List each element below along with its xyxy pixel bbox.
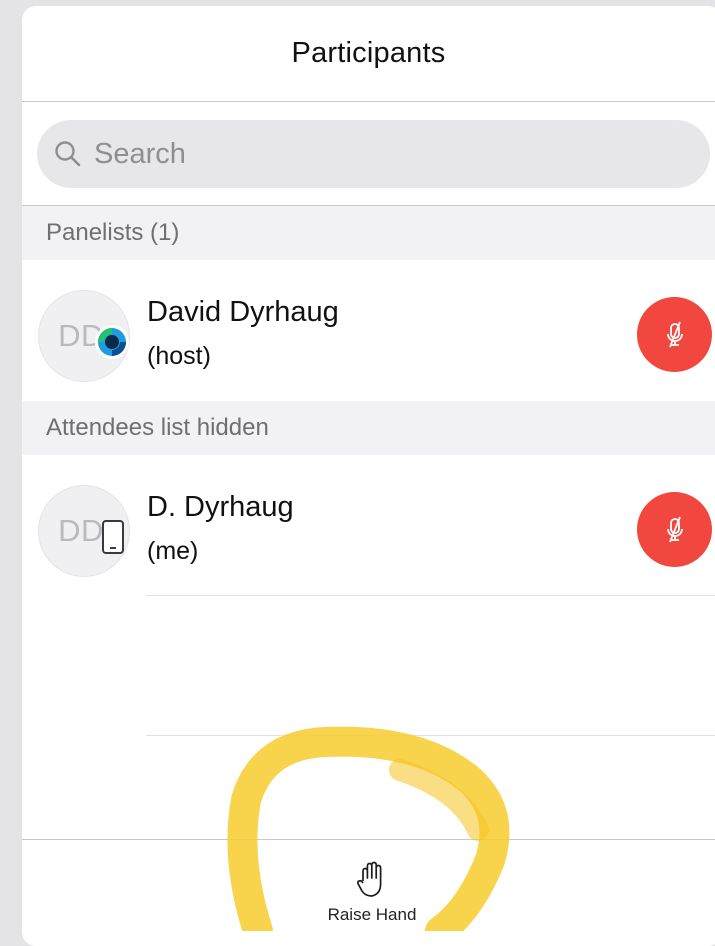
page-title: Participants — [291, 37, 446, 69]
mic-off-icon — [666, 321, 683, 347]
mic-off-icon — [666, 516, 683, 542]
participants-panel: Participants Panelists (1) DD David — [22, 6, 715, 946]
search-icon — [54, 139, 84, 169]
participant-row-me[interactable]: DD D. Dyrhaug (me) — [22, 455, 715, 596]
raised-hand-icon — [355, 861, 389, 899]
participant-name: David Dyrhaug — [147, 296, 339, 328]
section-header-panelists: Panelists (1) — [22, 206, 715, 260]
participant-name: D. Dyrhaug — [147, 491, 294, 523]
row-separator — [146, 595, 715, 596]
participant-row-host[interactable]: DD David Dyrhaug (host) — [22, 260, 715, 401]
footer-divider — [22, 839, 715, 840]
panel-header: Participants — [22, 6, 715, 102]
search-input[interactable] — [94, 137, 654, 171]
raise-hand-label: Raise Hand — [327, 905, 417, 924]
section-header-attendees: Attendees list hidden — [22, 401, 715, 455]
webex-logo-icon — [92, 322, 132, 362]
mobile-phone-icon — [92, 517, 132, 557]
mic-muted-button[interactable] — [637, 492, 712, 567]
section-label: Attendees list hidden — [46, 414, 269, 441]
row-separator — [146, 735, 715, 736]
section-label: Panelists (1) — [46, 219, 180, 246]
mic-muted-button[interactable] — [637, 297, 712, 372]
participant-role: (me) — [147, 537, 199, 565]
raise-hand-button[interactable]: Raise Hand — [307, 861, 437, 936]
participant-role: (host) — [147, 342, 211, 370]
search-bar[interactable] — [37, 120, 710, 188]
